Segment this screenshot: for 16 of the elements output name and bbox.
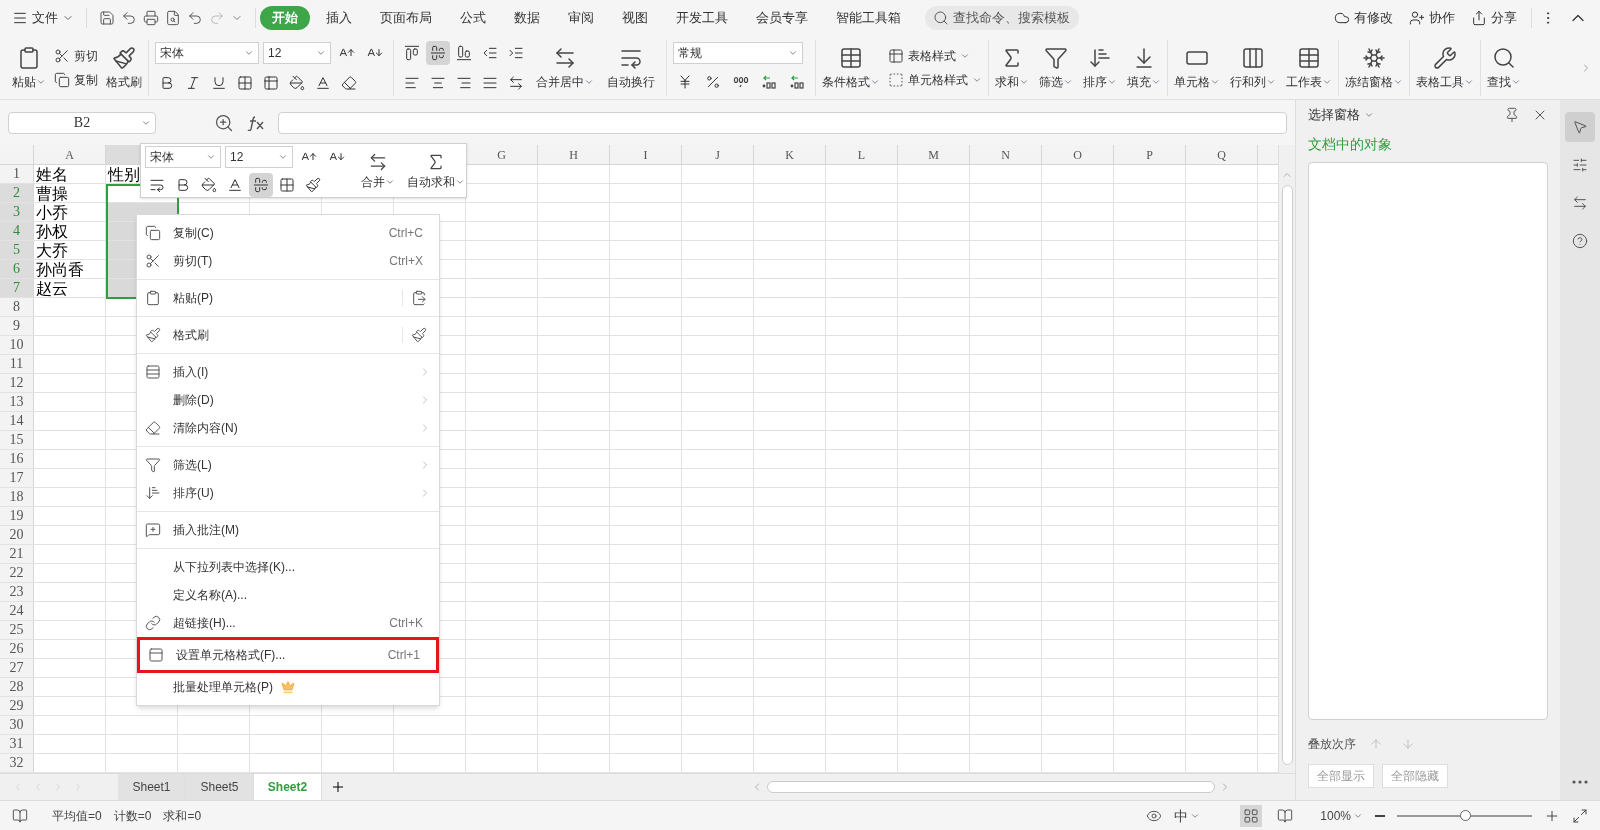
shortcut-label: Ctrl+K [389, 615, 423, 631]
shortcut-label: Ctrl+C [388, 225, 423, 241]
shortcut-label: Ctrl+1 [387, 647, 420, 663]
shortcut-label: Ctrl+X [389, 253, 423, 269]
table-cell: 曹操 [34, 184, 106, 202]
status-stat: 求和=0 [163, 807, 202, 824]
status-stat: 平均值=0 [52, 807, 102, 824]
table-cell: 赵云 [34, 279, 106, 297]
table-cell: 小乔 [34, 203, 106, 221]
table-cell: 大乔 [34, 241, 106, 259]
order-label: 叠放次序 [1308, 736, 1356, 752]
table-cell: 姓名 [34, 165, 106, 183]
table-cell: 孙尚香 [34, 260, 106, 278]
pane-heading: 文档中的对象 [1308, 135, 1393, 154]
table-cell: 孙权 [34, 222, 106, 240]
status-stat: 计数=0 [113, 807, 152, 824]
